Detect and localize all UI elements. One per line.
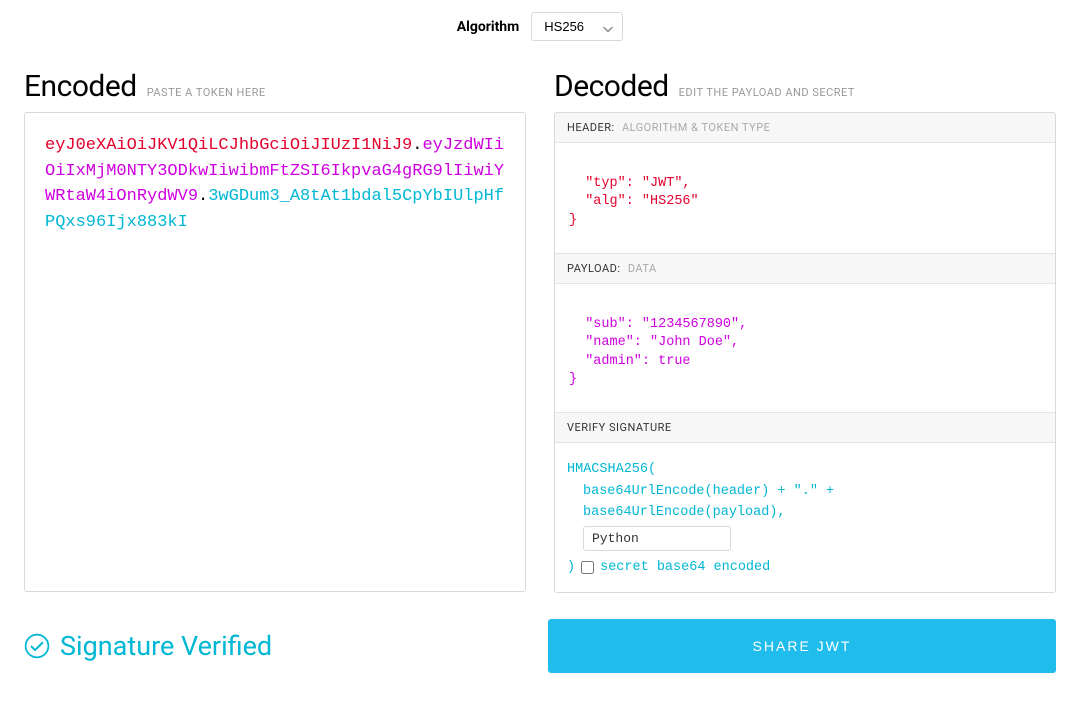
secret-input[interactable] xyxy=(583,526,731,551)
algorithm-select-wrap: HS256 xyxy=(531,12,623,41)
verified-text: Signature Verified xyxy=(60,630,272,662)
header-bar-label: HEADER: xyxy=(567,121,615,134)
share-jwt-button[interactable]: SHARE JWT xyxy=(548,619,1056,673)
token-dot: . xyxy=(198,187,208,206)
algorithm-select[interactable]: HS256 xyxy=(531,12,623,41)
payload-json-line: "admin": true xyxy=(569,354,691,369)
header-section-bar: HEADER: ALGORITHM & TOKEN TYPE xyxy=(555,113,1055,143)
verify-bar-label: VERIFY SIGNATURE xyxy=(567,421,672,434)
check-circle-icon xyxy=(24,633,50,659)
payload-json-line: "sub": "1234567890", xyxy=(569,317,747,332)
payload-json-editor[interactable]: "sub": "1234567890", "name": "John Doe",… xyxy=(555,284,1055,412)
secret-input-row xyxy=(583,524,1043,553)
token-dot: . xyxy=(412,136,422,155)
main-columns: Encoded PASTE A TOKEN HERE eyJ0eXAiOiJKV… xyxy=(24,69,1056,593)
encoded-title: Encoded PASTE A TOKEN HERE xyxy=(24,69,526,104)
payload-json-line: } xyxy=(569,372,577,387)
payload-bar-label: PAYLOAD: xyxy=(567,262,621,275)
header-json-line: "alg": "HS256" xyxy=(569,194,699,209)
sig-close-paren: ) xyxy=(567,557,575,579)
verify-signature-bar: VERIFY SIGNATURE xyxy=(555,412,1055,443)
secret-base64-label: secret base64 encoded xyxy=(600,557,770,579)
algorithm-row: Algorithm HS256 xyxy=(24,12,1056,41)
decoded-column: Decoded EDIT THE PAYLOAD AND SECRET HEAD… xyxy=(554,69,1056,593)
header-json-line: } xyxy=(569,213,577,228)
algorithm-label: Algorithm xyxy=(457,19,520,35)
encoded-column: Encoded PASTE A TOKEN HERE eyJ0eXAiOiJKV… xyxy=(24,69,526,593)
sig-line: base64UrlEncode(header) + "." + xyxy=(583,481,1043,503)
encoded-title-text: Encoded xyxy=(24,69,137,104)
header-json-line: "typ": "JWT", xyxy=(569,176,691,191)
token-header-segment: eyJ0eXAiOiJKV1QiLCJhbGciOiJIUzI1NiJ9 xyxy=(45,136,412,155)
payload-section-bar: PAYLOAD: DATA xyxy=(555,253,1055,284)
payload-bar-sub: DATA xyxy=(628,262,657,275)
decoded-title: Decoded EDIT THE PAYLOAD AND SECRET xyxy=(554,69,1056,104)
sig-line: base64UrlEncode(payload), xyxy=(583,502,1043,524)
decoded-stack: HEADER: ALGORITHM & TOKEN TYPE "typ": "J… xyxy=(554,112,1056,593)
decoded-title-text: Decoded xyxy=(554,69,669,104)
payload-json-line: "name": "John Doe", xyxy=(569,335,739,350)
header-json-editor[interactable]: "typ": "JWT", "alg": "HS256" } xyxy=(555,143,1055,253)
header-bar-sub: ALGORITHM & TOKEN TYPE xyxy=(622,121,770,134)
sig-line: HMACSHA256( xyxy=(567,459,1043,481)
secret-base64-checkbox[interactable] xyxy=(581,561,594,574)
signature-verified-status: Signature Verified xyxy=(24,630,520,662)
footer-row: Signature Verified SHARE JWT xyxy=(24,619,1056,673)
encoded-token-box[interactable]: eyJ0eXAiOiJKV1QiLCJhbGciOiJIUzI1NiJ9.eyJ… xyxy=(24,112,526,592)
decoded-subtitle: EDIT THE PAYLOAD AND SECRET xyxy=(679,86,855,99)
encoded-subtitle: PASTE A TOKEN HERE xyxy=(147,86,266,99)
sig-close-row: ) secret base64 encoded xyxy=(567,557,1043,579)
verify-signature-body: HMACSHA256( base64UrlEncode(header) + ".… xyxy=(555,443,1055,592)
